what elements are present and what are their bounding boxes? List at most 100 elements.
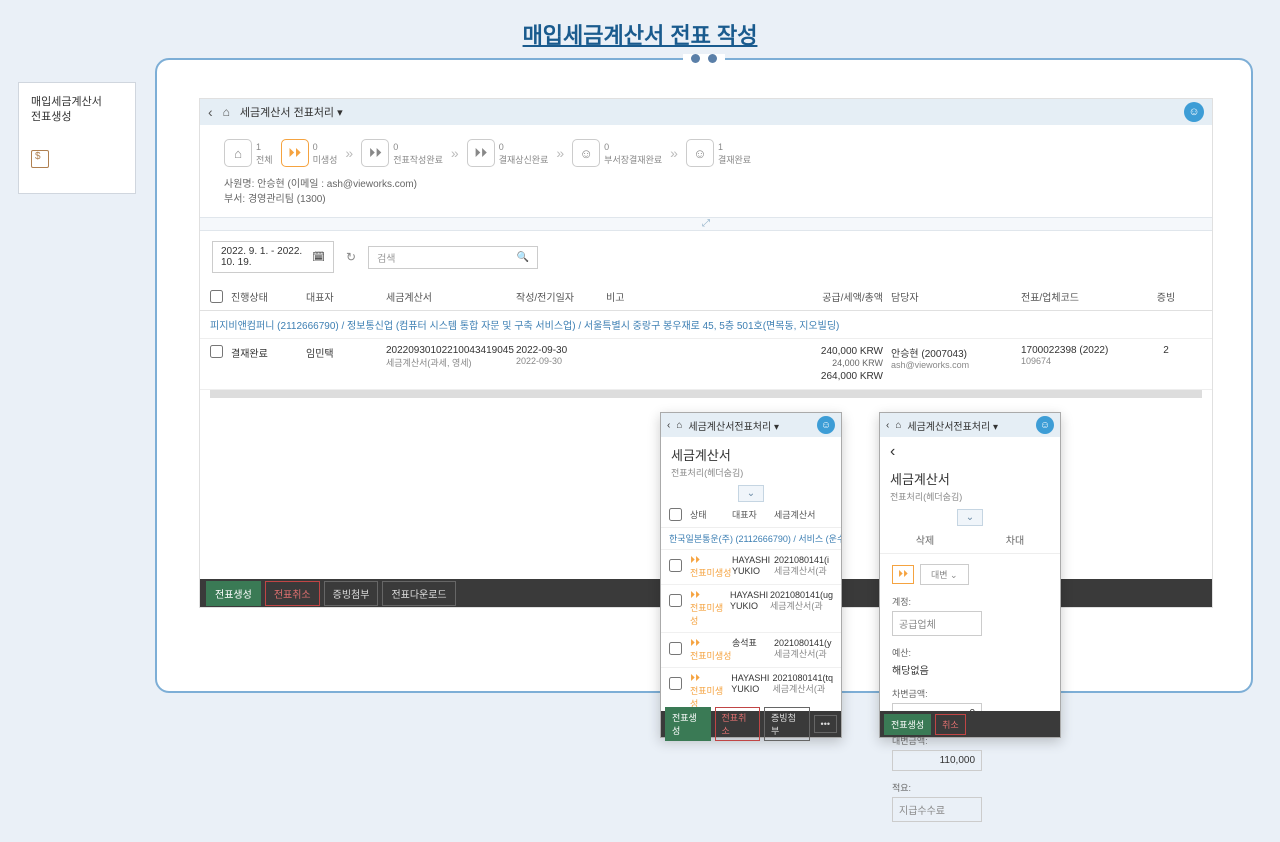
panel1-topbar: ‹ ⌂ 세금계산서전표처리 ▾ ☺ bbox=[661, 413, 841, 437]
panel2-toggle[interactable]: ⌄ bbox=[880, 509, 1060, 526]
panel1-cancel-button[interactable]: 전표취소 bbox=[715, 707, 761, 741]
panel2-cancel-button[interactable]: 취소 bbox=[935, 714, 966, 735]
filter-row: 2022. 9. 1. - 2022. 10. 19.🗓 ↻ 검색🔍 bbox=[200, 231, 1212, 283]
row-checkbox[interactable] bbox=[210, 345, 223, 358]
cell-manager: 안승현 (2007043)ash@vieworks.com bbox=[891, 345, 1021, 370]
download-slip-button[interactable]: 전표다운로드 bbox=[382, 581, 455, 606]
col-manager: 담당자 bbox=[891, 289, 1021, 304]
panel2-footer: 전표생성 취소 bbox=[880, 711, 1060, 737]
company-group-row[interactable]: 피지비앤컴퍼니 (2112666790) / 정보통신업 (컴퓨터 시스템 통합… bbox=[200, 311, 1212, 339]
flow-step-submitted[interactable]: ⏵⏵0결재상신완료 bbox=[467, 139, 549, 167]
user-icon[interactable]: ☺ bbox=[1184, 102, 1204, 122]
row-checkbox[interactable] bbox=[669, 559, 682, 572]
document-icon bbox=[31, 150, 49, 168]
col-supply: 공급/세액/총액 bbox=[791, 289, 891, 304]
user-icon[interactable]: ☺ bbox=[1036, 416, 1054, 434]
cancel-slip-button[interactable]: 전표취소 bbox=[265, 581, 320, 606]
panel1-more-button[interactable]: ••• bbox=[814, 715, 837, 733]
cell-tax: 2021080141(ug세금계산서(과 bbox=[770, 590, 833, 612]
row-checkbox[interactable] bbox=[669, 642, 682, 655]
panel1-header: 상태 대표자 세금계산서 bbox=[661, 502, 841, 528]
breadcrumb[interactable]: 세금계산서 전표처리 ▾ bbox=[240, 104, 343, 120]
tab-debit-credit[interactable]: 차대 bbox=[1006, 532, 1024, 547]
forward-icon: ⏵⏵ bbox=[361, 139, 389, 167]
list-item[interactable]: ⏵⏵전표미생성 HAYASHI YUKIO 2021080141(i세금계산서(… bbox=[661, 550, 841, 585]
credit-input[interactable]: 110,000 bbox=[892, 750, 982, 771]
cell-date: 2022-09-302022-09-30 bbox=[516, 345, 606, 366]
panel2-title: 세금계산서 bbox=[880, 461, 1060, 490]
back-icon[interactable]: ‹ bbox=[667, 420, 670, 431]
panel1-company-row[interactable]: 한국일본통운(주) (2112666790) / 서비스 (운수서 bbox=[661, 528, 841, 550]
panel1-subtitle: 전표처리(헤더숨김) bbox=[661, 466, 841, 485]
list-item[interactable]: ⏵⏵전표미생성 송석표 2021080141(y세금계산서(과 bbox=[661, 633, 841, 668]
forward-icon[interactable]: ⏵⏵ bbox=[892, 565, 914, 584]
panel2-breadcrumb[interactable]: 세금계산서전표처리 ▾ bbox=[907, 418, 998, 433]
forward-icon: ⏵⏵ bbox=[690, 673, 731, 684]
row-checkbox[interactable] bbox=[669, 594, 682, 607]
table-row[interactable]: 결재완료 임민택 20220930102210043419045세금계산서(과세… bbox=[200, 339, 1212, 390]
chevron-right-icon: » bbox=[670, 145, 678, 161]
collapse-toggle[interactable]: ⤢ bbox=[200, 217, 1212, 231]
home-step-icon: ⌂ bbox=[224, 139, 252, 167]
user-dept-line: 부서: 경영관리팀 (1300) bbox=[224, 192, 1188, 207]
cell-rep: HAYASHI YUKIO bbox=[730, 590, 770, 612]
side-card-line2: 전표생성 bbox=[31, 110, 123, 125]
cell-status: ⏵⏵전표미생성 bbox=[690, 638, 732, 662]
cell-tax: 2021080141(tq세금계산서(과 bbox=[772, 673, 833, 695]
flow-step-approved[interactable]: ☺1결재완료 bbox=[686, 139, 751, 167]
back-icon[interactable]: ‹ bbox=[208, 104, 213, 120]
cell-rep: HAYASHI YUKIO bbox=[731, 673, 772, 695]
panel1-generate-button[interactable]: 전표생성 bbox=[665, 707, 711, 741]
panel1-select-all[interactable] bbox=[669, 508, 682, 521]
user-info: 사원명: 안승현 (이메일 : ash@vieworks.com) 부서: 경영… bbox=[200, 177, 1212, 217]
home-icon[interactable]: ⌂ bbox=[676, 420, 682, 431]
refresh-icon[interactable]: ↻ bbox=[342, 248, 360, 266]
table-header: 진행상태 대표자 세금계산서 작성/전기일자 비고 공급/세액/총액 담당자 전… bbox=[200, 283, 1212, 311]
cell-status: 결재완료 bbox=[231, 345, 306, 360]
chevron-down-icon: ⌄ bbox=[738, 485, 764, 502]
list-item[interactable]: ⏵⏵전표미생성 HAYASHI YUKIO 2021080141(ug세금계산서… bbox=[661, 585, 841, 633]
cell-rep: HAYASHI YUKIO bbox=[732, 555, 774, 577]
horizontal-scrollbar[interactable] bbox=[210, 390, 1202, 398]
flow-step-dept-approved[interactable]: ☺0부서장결재완료 bbox=[572, 139, 662, 167]
date-range-input[interactable]: 2022. 9. 1. - 2022. 10. 19.🗓 bbox=[212, 241, 334, 273]
col-tax: 세금계산서 bbox=[386, 289, 516, 304]
panel2-topbar: ‹ ⌂ 세금계산서전표처리 ▾ ☺ bbox=[880, 413, 1060, 437]
user-name-line: 사원명: 안승현 (이메일 : ash@vieworks.com) bbox=[224, 177, 1188, 192]
flow-step-ungenerated[interactable]: ⏵⏵0미생성 bbox=[281, 139, 338, 167]
app-topbar: ‹ ⌂ 세금계산서 전표처리 ▾ ☺ bbox=[200, 99, 1212, 125]
panel1-attach-button[interactable]: 증빙첨부 bbox=[764, 707, 810, 741]
cell-slip: 1700022398 (2022)109674 bbox=[1021, 345, 1151, 366]
col-evidence: 증빙 bbox=[1151, 289, 1181, 304]
side-select[interactable]: 대변 ⌄ bbox=[920, 564, 969, 585]
user-icon[interactable]: ☺ bbox=[817, 416, 835, 434]
search-input[interactable]: 검색🔍 bbox=[368, 246, 538, 269]
row-checkbox[interactable] bbox=[669, 677, 682, 690]
generate-slip-button[interactable]: 전표생성 bbox=[206, 581, 261, 606]
back-icon[interactable]: ‹ bbox=[880, 437, 1060, 461]
panel1-toggle[interactable]: ⌄ bbox=[661, 485, 841, 502]
tab-delete[interactable]: 삭제 bbox=[916, 532, 934, 547]
cell-tax: 2021080141(y세금계산서(과 bbox=[774, 638, 833, 660]
panel2-generate-button[interactable]: 전표생성 bbox=[884, 714, 931, 735]
col-note: 비고 bbox=[606, 289, 791, 304]
panel1-breadcrumb[interactable]: 세금계산서전표처리 ▾ bbox=[688, 418, 779, 433]
account-input[interactable]: 공급업체 bbox=[892, 611, 982, 636]
home-icon[interactable]: ⌂ bbox=[895, 420, 901, 431]
panel2-subtitle: 전표처리(헤더숨김) bbox=[880, 490, 1060, 509]
cell-tax: 2021080141(i세금계산서(과 bbox=[774, 555, 833, 577]
back-icon[interactable]: ‹ bbox=[886, 420, 889, 431]
flow-step-written[interactable]: ⏵⏵0전표작성완료 bbox=[361, 139, 443, 167]
calendar-icon: 🗓 bbox=[312, 252, 325, 263]
summary-input[interactable]: 지급수수료 bbox=[892, 797, 982, 822]
attach-evidence-button[interactable]: 증빙첨부 bbox=[324, 581, 379, 606]
home-icon[interactable]: ⌂ bbox=[223, 105, 230, 119]
cell-rep: 임민택 bbox=[306, 345, 386, 360]
side-card-line1: 매입세금계산서 bbox=[31, 95, 123, 110]
flow-step-all[interactable]: ⌂1전체 bbox=[224, 139, 273, 167]
page-title: 매입세금계산서 전표 작성 bbox=[0, 0, 1280, 60]
main-frame: ‹ ⌂ 세금계산서 전표처리 ▾ ☺ ⌂1전체 ⏵⏵0미생성 » ⏵⏵0전표작성… bbox=[155, 58, 1253, 693]
panel2-form: ⏵⏵ 대변 ⌄ 계정:공급업체 예산: 해당없음 차변금액:0 대변금액:110… bbox=[880, 554, 1060, 842]
select-all-checkbox[interactable] bbox=[210, 289, 223, 304]
forward-icon: ⏵⏵ bbox=[467, 139, 495, 167]
